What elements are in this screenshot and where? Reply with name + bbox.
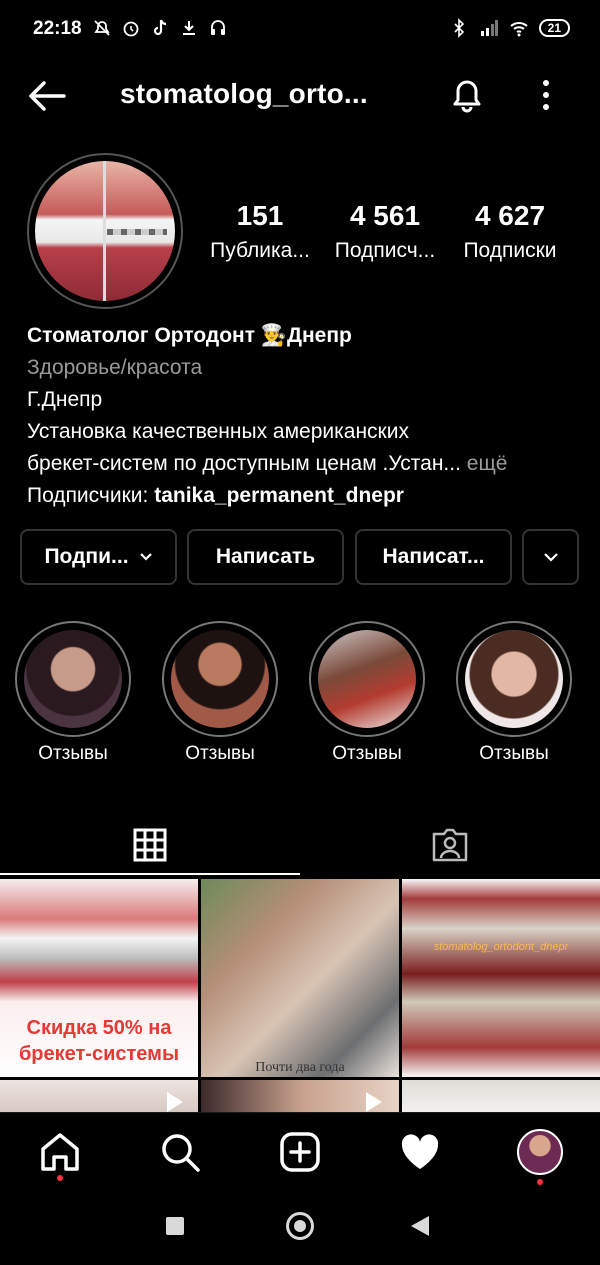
stat-following[interactable]: 4 627 Подписки [450, 198, 570, 268]
profile-header: stomatolog_orto... [0, 62, 600, 130]
stat-posts-value: 151 [236, 200, 284, 231]
profile-username: stomatolog_orto... [120, 78, 368, 109]
highlight-cover [318, 630, 416, 728]
follow-button-label: Подпи... [44, 545, 129, 568]
bio-line: Г.Днепр [27, 388, 103, 411]
highlight-cover [171, 630, 269, 728]
stat-followers[interactable]: 4 561 Подписч... [320, 198, 450, 268]
notification-dot [57, 1175, 63, 1181]
headset-icon [211, 20, 225, 35]
alarm-icon [123, 21, 139, 37]
back-button[interactable] [411, 1216, 429, 1236]
profile-category: Здоровье/красота [27, 356, 203, 379]
battery-indicator: 21 [538, 19, 570, 37]
post-thumbnail[interactable]: Почти два года [201, 879, 399, 1077]
chevron-down-icon [543, 552, 558, 562]
followed-by[interactable]: Подписчики: tanika_permanent_dnepr [27, 480, 587, 512]
more-options-icon[interactable] [532, 76, 560, 114]
heart-icon[interactable] [399, 1131, 441, 1173]
reel-play-icon [167, 1092, 183, 1112]
bottom-navigation [0, 1112, 600, 1190]
system-navigation-bar [0, 1190, 600, 1265]
highlight-label: Отзывы [479, 743, 549, 764]
followed-by-prefix: Подписчики: [27, 484, 155, 507]
message-button[interactable]: Написать [187, 529, 344, 585]
notification-dot [537, 1179, 543, 1185]
status-time: 22:18 [33, 18, 82, 39]
bell-icon[interactable] [447, 74, 487, 114]
stat-following-label: Подписки [463, 239, 557, 262]
tab-posts-grid[interactable] [0, 815, 300, 875]
create-post-icon[interactable] [279, 1131, 321, 1173]
highlight-label: Отзывы [38, 743, 108, 764]
avatar-image [35, 161, 175, 301]
post-watermark: stomatolog_ortodont_dnepr [433, 941, 569, 953]
reel-play-icon [366, 1092, 382, 1112]
post-thumbnail[interactable] [0, 1080, 198, 1112]
profile-bio: Стоматолог Ортодонт 👨‍🍳Днепр Здоровье/кр… [27, 320, 587, 512]
download-icon [183, 21, 195, 35]
post-caption: Скидка 50% на брекет-системы [18, 1017, 180, 1065]
mute-icon [94, 20, 110, 36]
highlight-cover [465, 630, 563, 728]
post-caption: Почти два года [255, 1060, 345, 1075]
follow-button[interactable]: Подпи... [20, 529, 177, 585]
stat-following-value: 4 627 [474, 200, 546, 231]
back-arrow-icon[interactable] [26, 78, 66, 114]
status-bar: 22:18 21 [0, 0, 600, 62]
bio-line: брекет-систем по доступным ценам .Устан.… [27, 448, 587, 480]
stat-posts-label: Публика... [210, 239, 310, 262]
stat-followers-label: Подписч... [334, 239, 436, 262]
highlight-item[interactable]: Отзывы [456, 621, 572, 765]
search-icon[interactable] [159, 1131, 201, 1173]
bio-line: Установка качественных американских [27, 420, 409, 443]
recents-button[interactable] [166, 1217, 184, 1235]
post-thumbnail[interactable]: Скидка 50% на брекет-системы [0, 879, 198, 1077]
profile-stats: 151 Публика... 4 561 Подписч... 4 627 По… [200, 198, 580, 268]
tiktok-icon [153, 19, 167, 36]
post-thumbnail[interactable] [402, 1080, 600, 1112]
bluetooth-icon [454, 18, 464, 38]
profile-avatar[interactable] [27, 153, 183, 309]
profile-tab-avatar[interactable] [517, 1129, 563, 1175]
suggestions-button[interactable] [522, 529, 579, 585]
profile-name: Стоматолог Ортодонт 👨‍🍳Днепр [27, 324, 352, 347]
highlight-label: Отзывы [332, 743, 402, 764]
grid-icon [133, 828, 167, 862]
home-button[interactable] [286, 1212, 314, 1240]
message-button-label: Написать [215, 545, 316, 568]
chevron-down-icon [139, 553, 152, 561]
tagged-person-icon [432, 828, 468, 862]
contact-button[interactable]: Написат... [355, 529, 512, 585]
stat-followers-value: 4 561 [349, 200, 421, 231]
post-thumbnail[interactable]: stomatolog_ortodont_dnepr [402, 879, 600, 1077]
highlight-label: Отзывы [185, 743, 255, 764]
tab-tagged[interactable] [300, 815, 600, 875]
highlight-item[interactable]: Отзывы [15, 621, 131, 765]
stat-posts[interactable]: 151 Публика... [200, 198, 320, 268]
highlight-item[interactable]: Отзывы [162, 621, 278, 765]
active-tab-indicator [0, 873, 300, 875]
bio-text: брекет-систем по доступным ценам .Устан.… [27, 452, 461, 475]
bio-more-link[interactable]: ещё [461, 452, 508, 475]
followed-by-user: tanika_permanent_dnepr [154, 484, 404, 507]
post-thumbnail[interactable] [201, 1080, 399, 1112]
highlight-item[interactable]: Отзывы [309, 621, 425, 765]
signal-icon [480, 20, 498, 36]
contact-button-label: Написат... [382, 545, 485, 568]
highlight-cover [24, 630, 122, 728]
wifi-icon [509, 22, 528, 37]
home-icon[interactable] [39, 1131, 81, 1173]
